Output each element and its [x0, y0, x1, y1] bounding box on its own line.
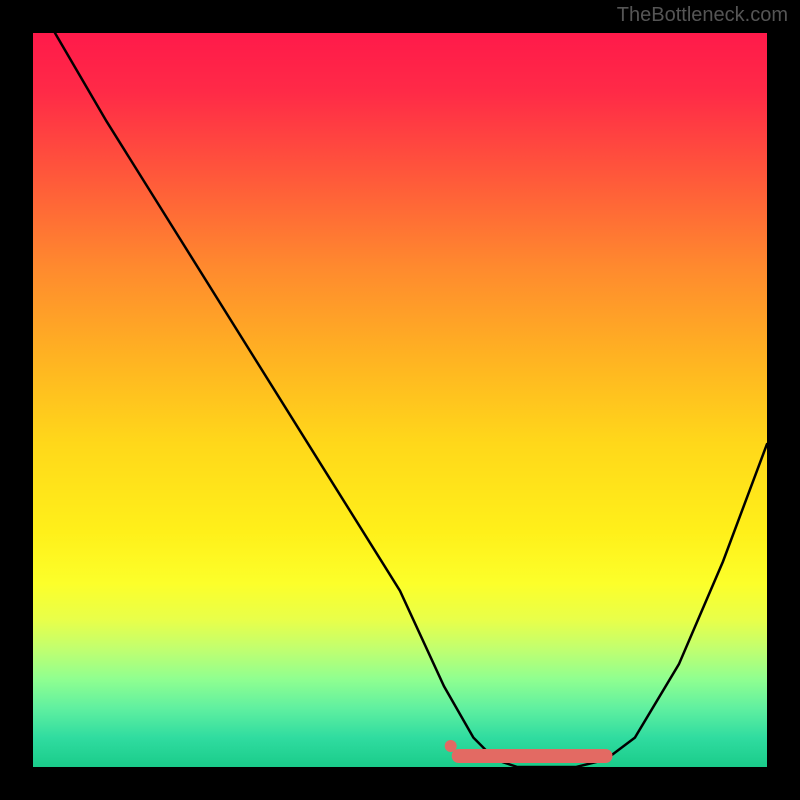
chart-plot-area [33, 33, 767, 767]
bottleneck-curve [55, 33, 767, 767]
optimal-range-band [445, 740, 606, 756]
chart-svg [33, 33, 767, 767]
optimal-range-start-dot [445, 740, 457, 752]
watermark-label: TheBottleneck.com [617, 4, 788, 27]
